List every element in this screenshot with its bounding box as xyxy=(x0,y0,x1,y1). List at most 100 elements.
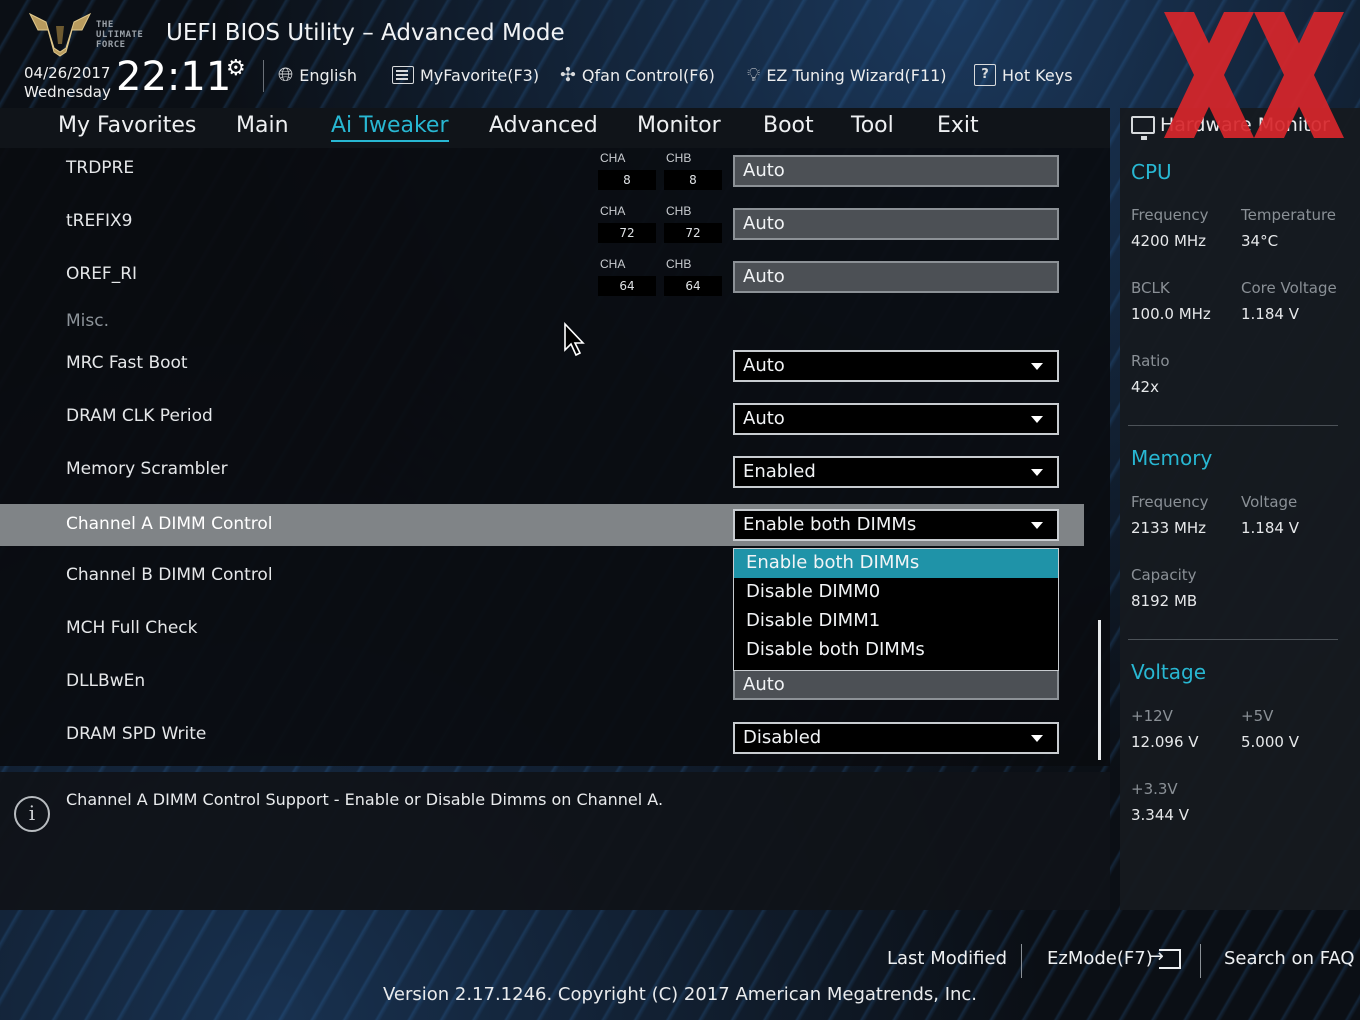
core-voltage-value: 1.184 V xyxy=(1241,305,1299,323)
tab-boot[interactable]: Boot xyxy=(763,113,814,138)
logo-text: THE ULTIMATE FORCE xyxy=(96,20,144,50)
v33-label: +3.3V xyxy=(1131,780,1178,798)
setting-label: DLLBwEn xyxy=(66,671,146,691)
qfan-label: Qfan Control(F6) xyxy=(581,65,715,85)
core-voltage-label: Core Voltage xyxy=(1241,279,1337,297)
setting-row-dram-clk-period[interactable]: DRAM CLK Period Auto xyxy=(0,396,1084,438)
dram-spd-write-select[interactable]: Disabled xyxy=(733,722,1059,754)
channel-a-label: CHA xyxy=(600,151,626,165)
channel-b-readout: 8 xyxy=(664,170,722,190)
memory-frequency-label: Frequency xyxy=(1131,493,1209,511)
globe-icon: 🌐︎ xyxy=(278,64,294,86)
channel-b-label: CHB xyxy=(666,204,692,218)
voltage-section-header: Voltage xyxy=(1131,660,1207,684)
cpu-temperature-value: 34°C xyxy=(1241,232,1279,250)
hardware-monitor-panel: Hardware Monitor CPU Frequency Temperatu… xyxy=(1120,108,1360,910)
gear-icon[interactable]: ⚙ xyxy=(226,56,246,81)
channel-b-readout: 64 xyxy=(664,276,722,296)
setting-row-channel-a-dimm[interactable]: Channel A DIMM Control Enable both DIMMs xyxy=(0,504,1084,546)
last-modified-button[interactable]: Last Modified xyxy=(887,948,1007,969)
setting-label: DRAM CLK Period xyxy=(66,406,213,426)
setting-row-trdpre[interactable]: TRDPRE CHA 8 CHB 8 Auto xyxy=(0,148,1084,190)
dllbwen-input[interactable]: Auto xyxy=(733,669,1059,700)
header: THE ULTIMATE FORCE UEFI BIOS Utility – Adv… xyxy=(0,0,1360,108)
tab-my-favorites[interactable]: My Favorites xyxy=(58,113,196,138)
tab-exit[interactable]: Exit xyxy=(937,113,979,138)
mrc-fast-boot-select[interactable]: Auto xyxy=(733,350,1059,382)
caret-down-icon xyxy=(1031,416,1043,423)
setting-label: MCH Full Check xyxy=(66,618,198,638)
ratio-value: 42x xyxy=(1131,378,1159,396)
dropdown-option-disable-both[interactable]: Disable both DIMMs xyxy=(734,636,1058,665)
v33-value: 3.344 V xyxy=(1131,806,1189,824)
settings-scrollbar[interactable] xyxy=(1098,620,1101,760)
version-text: Version 2.17.1246. Copyright (C) 2017 Am… xyxy=(382,984,978,1005)
bclk-value: 100.0 MHz xyxy=(1131,305,1211,323)
capacity-label: Capacity xyxy=(1131,566,1197,584)
dropdown-option-disable-dimm1[interactable]: Disable DIMM1 xyxy=(734,607,1058,636)
tab-monitor[interactable]: Monitor xyxy=(637,113,721,138)
ratio-label: Ratio xyxy=(1131,352,1170,370)
qfan-control-button[interactable]: ✣ Qfan Control(F6) xyxy=(560,62,715,88)
search-faq-button[interactable]: Search on FAQ xyxy=(1224,948,1355,969)
setting-row-dram-spd-write[interactable]: DRAM SPD Write Disabled xyxy=(0,714,1084,756)
cpu-section-header: CPU xyxy=(1131,160,1172,184)
memory-scrambler-select[interactable]: Enabled xyxy=(733,456,1059,488)
main-nav: My Favorites Main Ai Tweaker Advanced Mo… xyxy=(0,108,1110,148)
select-value: Disabled xyxy=(743,727,822,748)
memory-section-header: Memory xyxy=(1131,446,1213,470)
tab-tool[interactable]: Tool xyxy=(851,113,894,138)
capacity-value: 8192 MB xyxy=(1131,592,1198,610)
v5-value: 5.000 V xyxy=(1241,733,1299,751)
help-bar: i Channel A DIMM Control Support - Enabl… xyxy=(0,772,1110,910)
setting-row-oref-ri[interactable]: OREF_RI CHA 64 CHB 64 Auto xyxy=(0,254,1084,296)
dram-clk-period-select[interactable]: Auto xyxy=(733,403,1059,435)
setting-row-memory-scrambler[interactable]: Memory Scrambler Enabled xyxy=(0,449,1084,491)
exit-arrow-icon xyxy=(1149,946,1181,969)
hot-keys-button[interactable]: ? Hot Keys xyxy=(974,62,1073,88)
bclk-label: BCLK xyxy=(1131,279,1170,297)
ez-mode-button[interactable]: EzMode(F7) xyxy=(1047,946,1181,969)
dropdown-option-enable-both[interactable]: Enable both DIMMs xyxy=(734,549,1058,578)
setting-row-trefix9[interactable]: tREFIX9 CHA 72 CHB 72 Auto xyxy=(0,201,1084,243)
clock: 22:11 xyxy=(116,54,232,100)
channel-a-dimm-select[interactable]: Enable both DIMMs xyxy=(733,509,1059,541)
lightbulb-icon: 💡︎ xyxy=(747,64,761,86)
language-button[interactable]: 🌐︎ English xyxy=(278,62,357,88)
my-favorite-button[interactable]: MyFavorite(F3) xyxy=(392,62,539,88)
setting-row-mrc-fast-boot[interactable]: MRC Fast Boot Auto xyxy=(0,343,1084,385)
trdpre-input[interactable]: Auto xyxy=(733,155,1059,187)
trefix9-input[interactable]: Auto xyxy=(733,208,1059,240)
channel-a-readout: 8 xyxy=(598,170,656,190)
channel-a-readout: 64 xyxy=(598,276,656,296)
ez-tuning-wizard-button[interactable]: 💡︎ EZ Tuning Wizard(F11) xyxy=(747,62,947,88)
select-value: Auto xyxy=(743,408,785,429)
channel-a-value: CHA 64 xyxy=(598,257,656,297)
v5-label: +5V xyxy=(1241,707,1274,725)
setting-label: MRC Fast Boot xyxy=(66,353,188,373)
setting-label: TRDPRE xyxy=(66,158,135,178)
caret-down-icon xyxy=(1031,735,1043,742)
caret-down-icon xyxy=(1031,469,1043,476)
cpu-frequency-label: Frequency xyxy=(1131,206,1209,224)
memory-voltage-value: 1.184 V xyxy=(1241,519,1299,537)
oref-ri-input[interactable]: Auto xyxy=(733,261,1059,293)
my-favorite-label: MyFavorite(F3) xyxy=(420,65,540,85)
channel-b-value: CHB 72 xyxy=(664,204,722,244)
channel-a-label: CHA xyxy=(600,204,626,218)
weekday: Wednesday xyxy=(24,83,111,101)
dropdown-option-disable-dimm0[interactable]: Disable DIMM0 xyxy=(734,578,1058,607)
footer-divider xyxy=(1200,944,1201,978)
memory-voltage-label: Voltage xyxy=(1241,493,1298,511)
toolbar-divider xyxy=(263,60,264,92)
tab-ai-tweaker[interactable]: Ai Tweaker xyxy=(331,113,449,142)
setting-label: Channel A DIMM Control xyxy=(66,514,273,534)
channel-a-label: CHA xyxy=(600,257,626,271)
misc-section-header: Misc. xyxy=(66,311,109,331)
tab-main[interactable]: Main xyxy=(236,113,289,138)
channel-b-readout: 72 xyxy=(664,223,722,243)
tab-advanced[interactable]: Advanced xyxy=(489,113,598,138)
ez-tuning-label: EZ Tuning Wizard(F11) xyxy=(766,65,947,85)
select-value: Enable both DIMMs xyxy=(743,514,917,535)
language-label: English xyxy=(299,65,357,85)
